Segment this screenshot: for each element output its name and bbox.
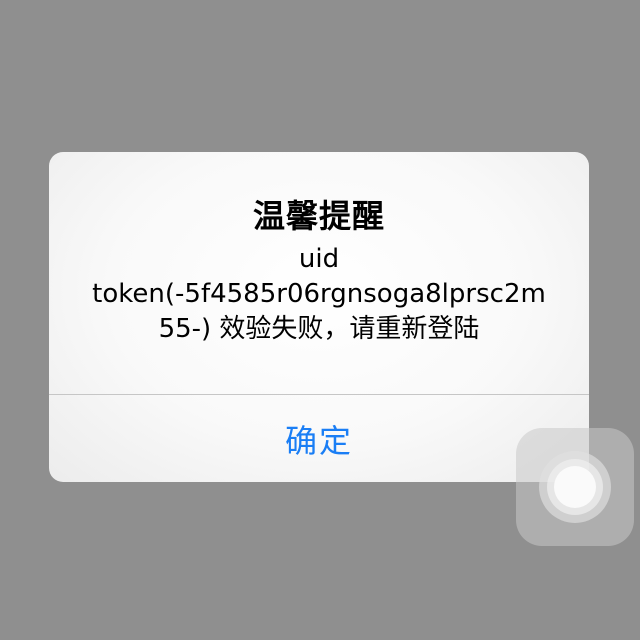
alert-message-line: uid	[298, 244, 340, 274]
alert-message-line: 55-) 效验失败，请重新登陆	[158, 314, 480, 344]
alert-message-line: token(-5f4585r06rgnsoga8lprsc2m	[92, 279, 546, 309]
alert-dialog: 温馨提醒 uid token(-5f4585r06rgnsoga8lprsc2m…	[49, 152, 589, 482]
alert-title: 温馨提醒	[252, 197, 385, 235]
confirm-button[interactable]: 确定	[49, 395, 589, 482]
assistive-touch-icon-core	[554, 466, 596, 508]
assistive-touch-button[interactable]	[516, 428, 634, 546]
alert-message: uid token(-5f4585r06rgnsoga8lprsc2m 55-)…	[69, 242, 569, 347]
